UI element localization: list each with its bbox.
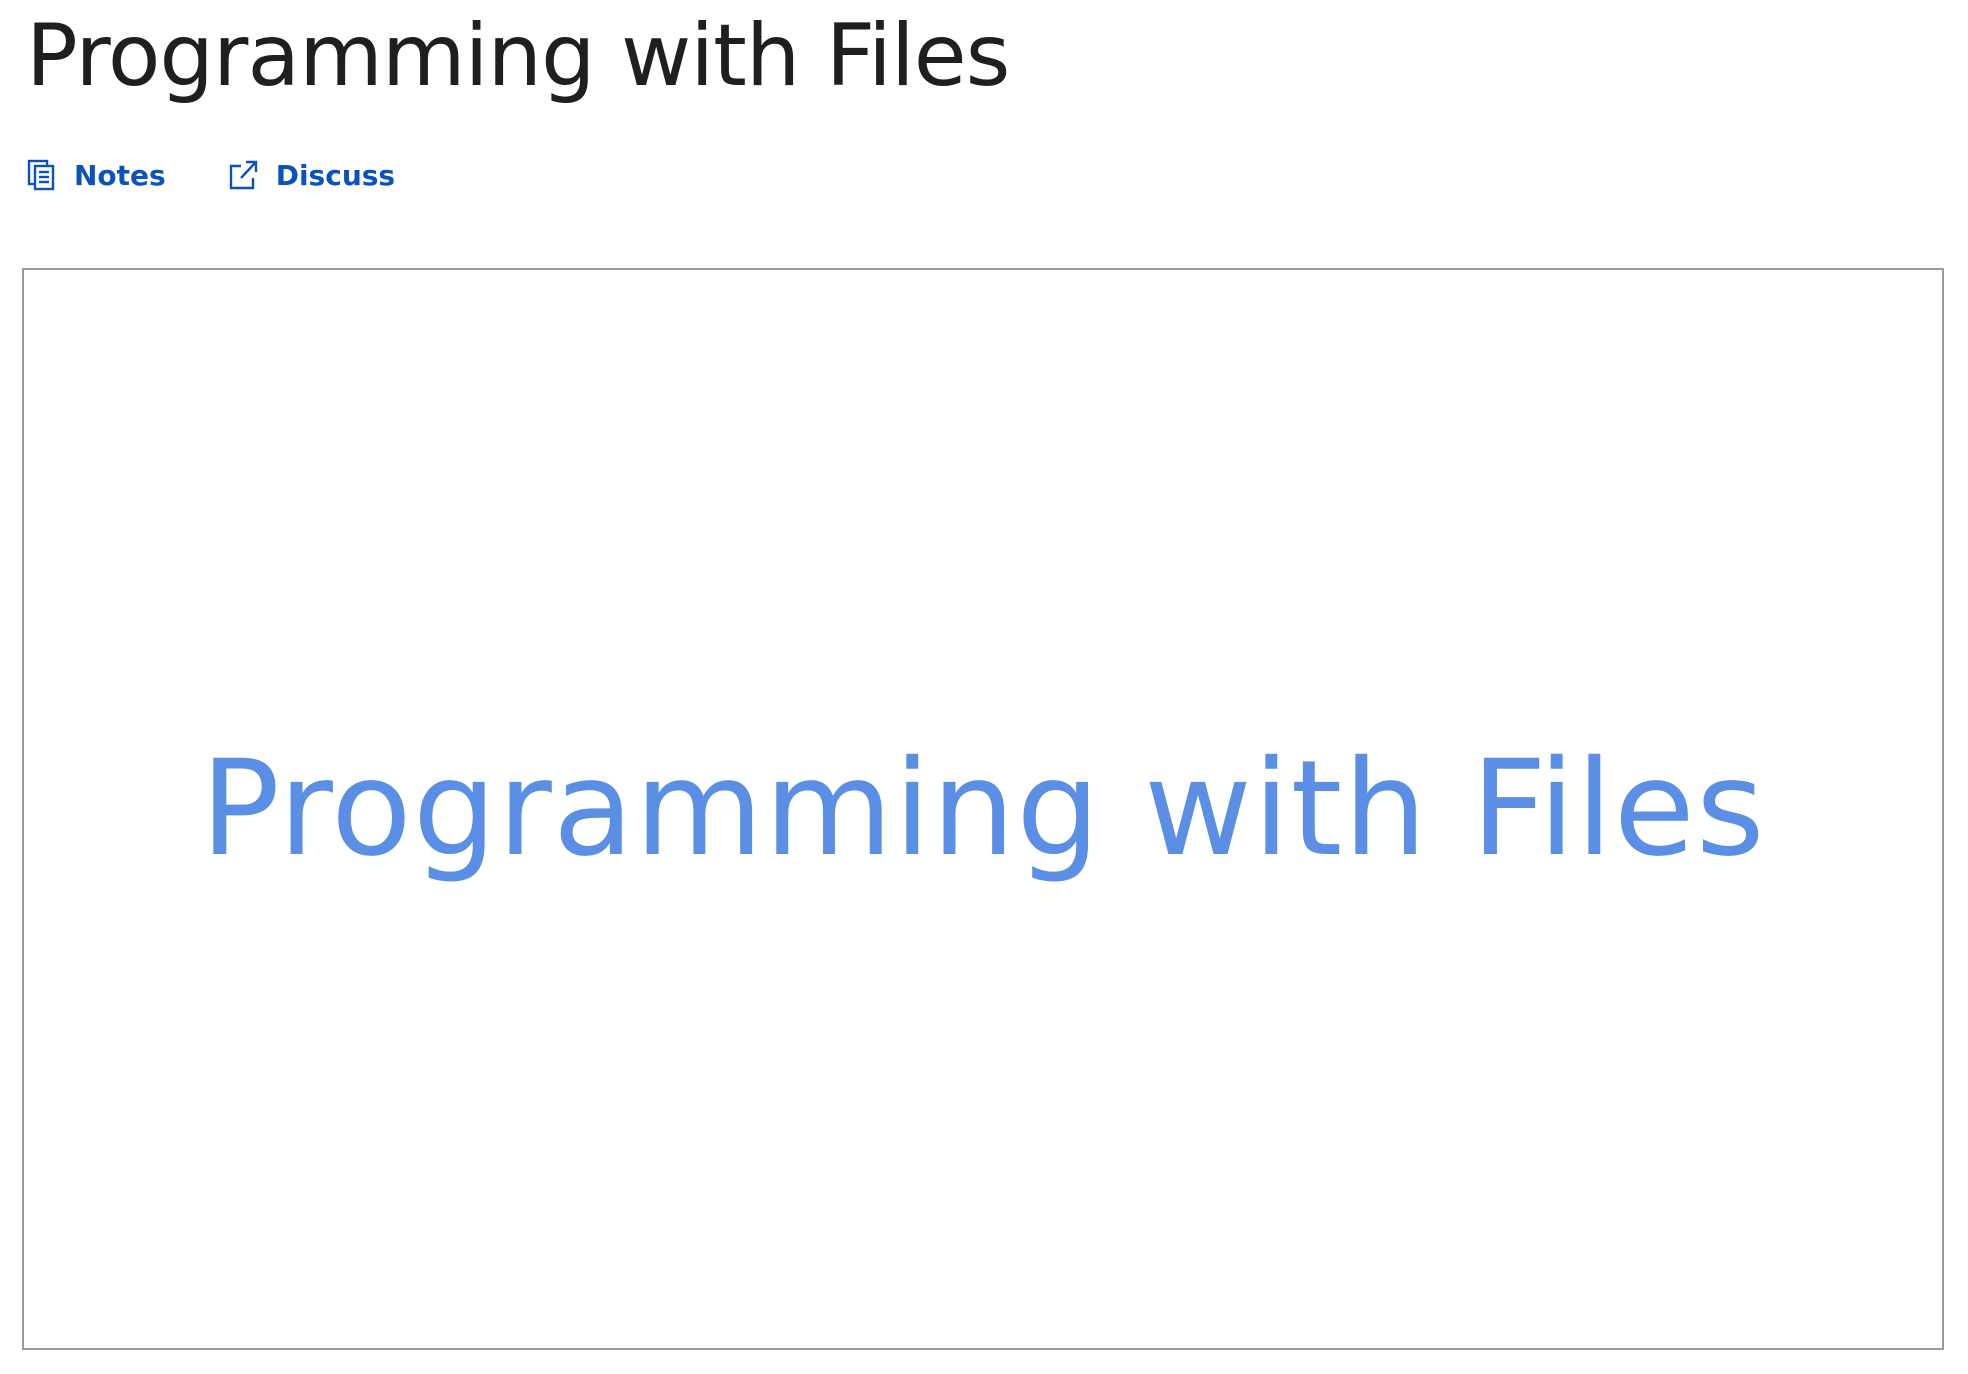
notes-link[interactable]: Notes (26, 159, 166, 192)
page-title: Programming with Files (26, 6, 1010, 106)
discuss-link[interactable]: Discuss (228, 159, 395, 192)
discuss-label: Discuss (275, 158, 396, 192)
video-player[interactable]: Programming with Files (22, 268, 1944, 1350)
notes-icon (26, 159, 56, 191)
external-link-icon (228, 159, 258, 191)
notes-label: Notes (74, 158, 166, 192)
lesson-actions: Notes Discuss (26, 150, 395, 200)
video-slide-title: Programming with Files (200, 732, 1766, 886)
